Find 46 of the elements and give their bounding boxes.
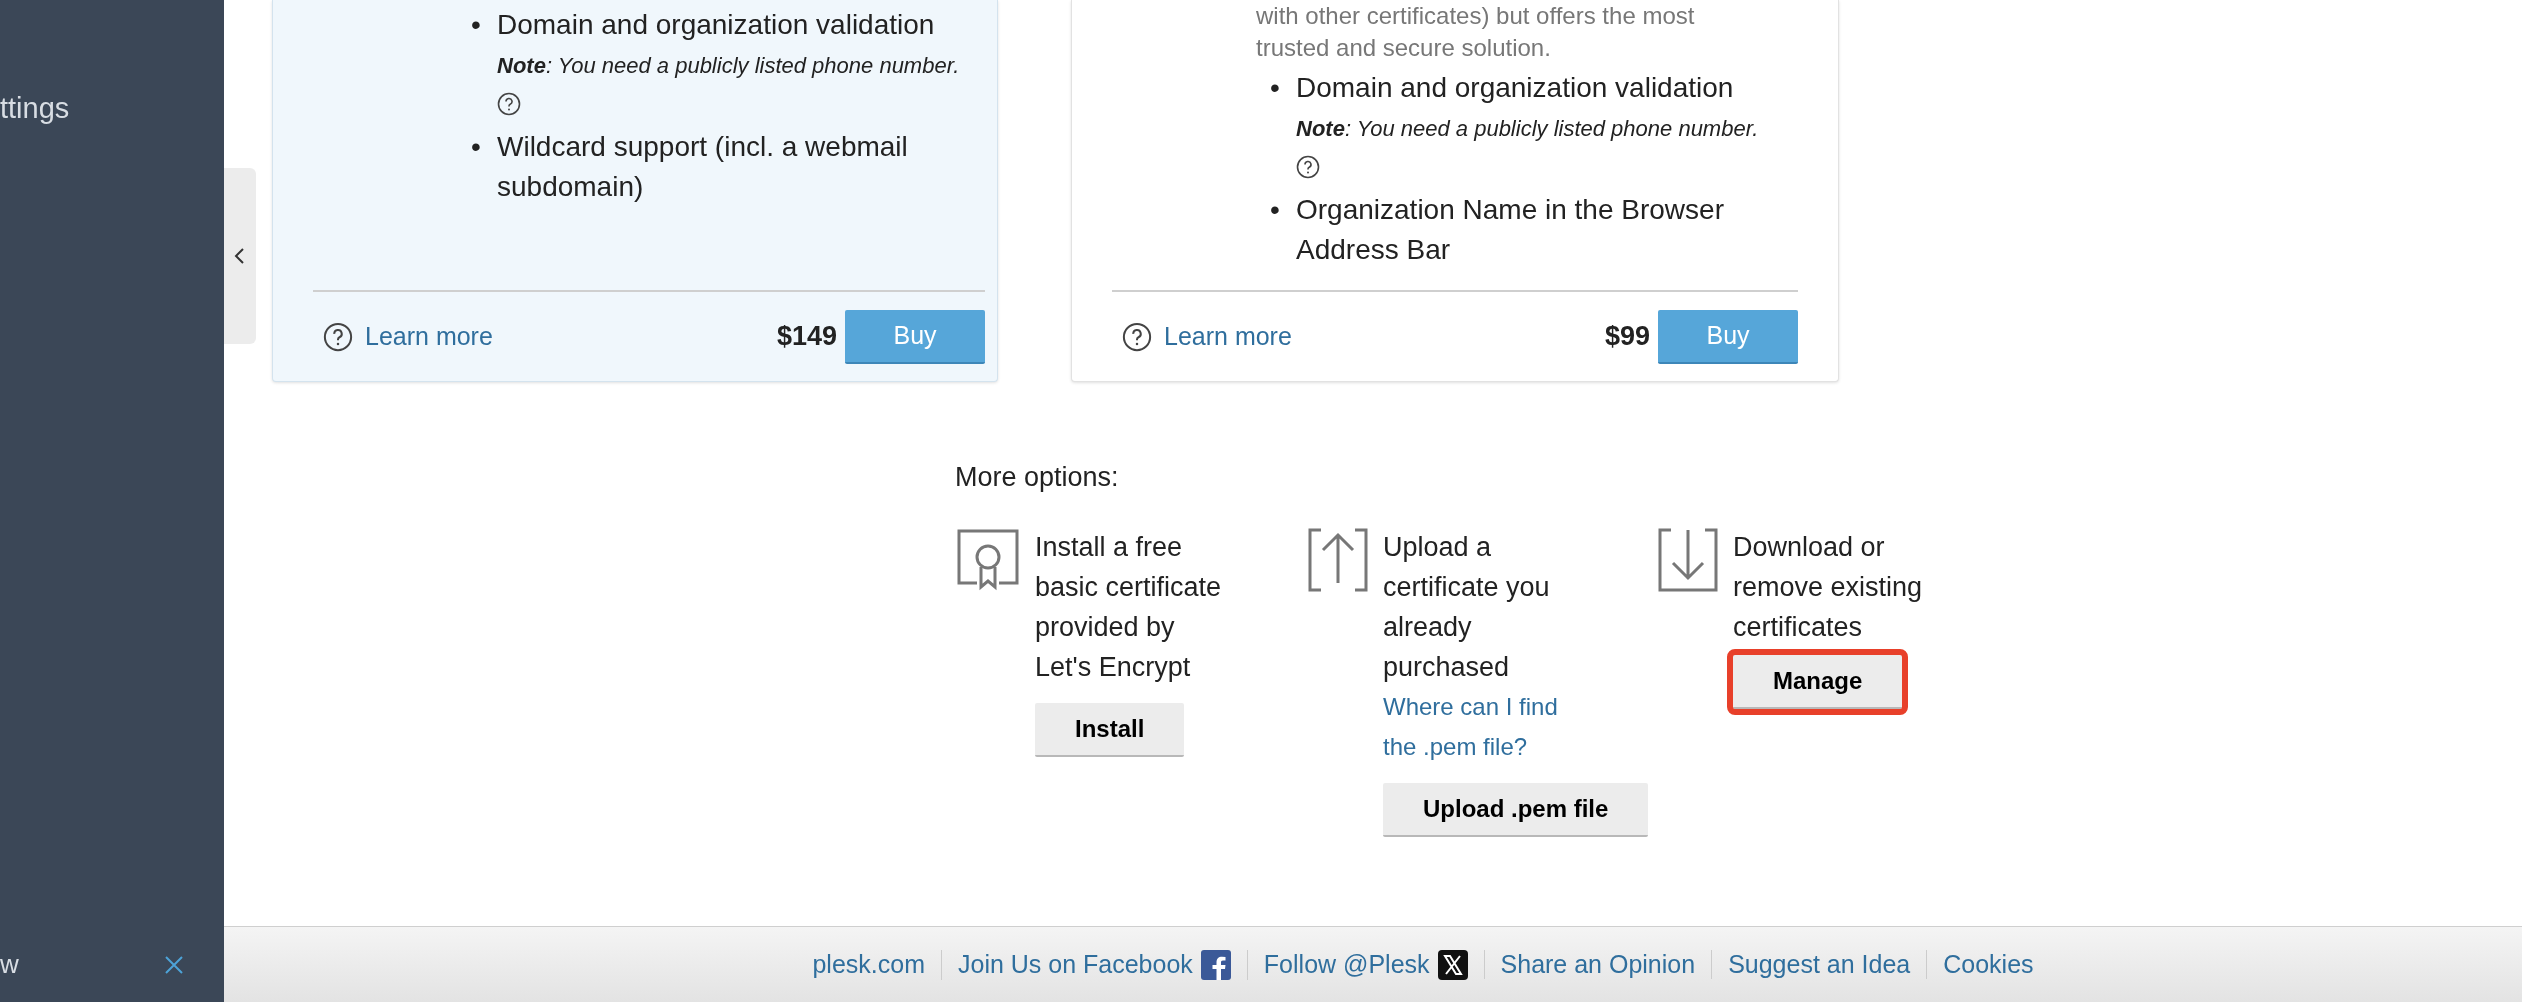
close-icon[interactable]	[164, 954, 184, 975]
feature-note: Note: You need a publicly listed phone number.	[497, 52, 960, 80]
feature-text: Domain and organization validation	[1296, 72, 1734, 103]
learn-more-text[interactable]: Learn more	[365, 322, 493, 351]
certificate-icon	[955, 527, 1021, 593]
download-icon	[1657, 527, 1719, 593]
help-icon	[497, 92, 521, 116]
sidebar-item[interactable]: ttings	[0, 92, 224, 125]
card-description: trusted and secure solution.	[1256, 33, 1552, 63]
bullet: •	[1270, 193, 1281, 227]
help-icon	[1122, 321, 1152, 352]
option-button[interactable]: Upload .pem file	[1383, 783, 1649, 837]
price: $149	[776, 321, 837, 352]
buy-button[interactable]: Buy	[845, 309, 985, 364]
footer-link[interactable]: Share an Opinion	[1483, 950, 1712, 979]
facebook-icon	[1200, 949, 1231, 980]
footer-link[interactable]: Suggest an Idea	[1711, 950, 1927, 979]
footer-link[interactable]: Follow @Plesk	[1246, 949, 1484, 980]
option-text: Install a free basic certificate provided by Let's Encrypt	[1035, 531, 1223, 684]
card-description: with other certificates) but offers the most	[1256, 1, 1696, 31]
help-icon	[323, 321, 353, 352]
bullet: •	[471, 8, 482, 42]
price: $99	[1604, 321, 1650, 352]
footer-link[interactable]: Join Us on Facebook	[941, 949, 1247, 980]
learn-more-link[interactable]: Learn more	[1112, 321, 1292, 352]
feature-text: Wildcard support (incl. a webmail subdomain)	[497, 131, 908, 202]
section-title: More options:	[955, 462, 1120, 493]
upload-icon	[1307, 527, 1369, 593]
help-link[interactable]: Where can I find the .pem file?	[1383, 687, 1573, 767]
buy-button[interactable]: Buy	[1658, 309, 1798, 364]
feature-note: Note: You need a publicly listed phone number.	[1296, 115, 1759, 143]
learn-more-text[interactable]: Learn more	[1164, 322, 1292, 351]
x-logo-icon	[1437, 949, 1468, 980]
option-text: Upload a certificate you already purchased	[1383, 531, 1551, 684]
bullet: •	[1270, 71, 1281, 105]
bullet: •	[471, 130, 482, 164]
feature-text: Organization Name in the Browser Address Bar	[1296, 194, 1724, 265]
help-icon	[1296, 155, 1320, 179]
option-text: Download or remove existing certificates	[1733, 531, 1924, 644]
sidebar-item[interactable]: w	[0, 949, 19, 980]
footer-link[interactable]: Cookies	[1926, 950, 2050, 979]
chevron-left-icon	[233, 246, 247, 266]
learn-more-link[interactable]: Learn more	[313, 321, 493, 352]
footer-link[interactable]: plesk.com	[796, 950, 941, 979]
option-button[interactable]: Install	[1035, 703, 1185, 757]
feature-text: Domain and organization validation	[497, 9, 935, 40]
